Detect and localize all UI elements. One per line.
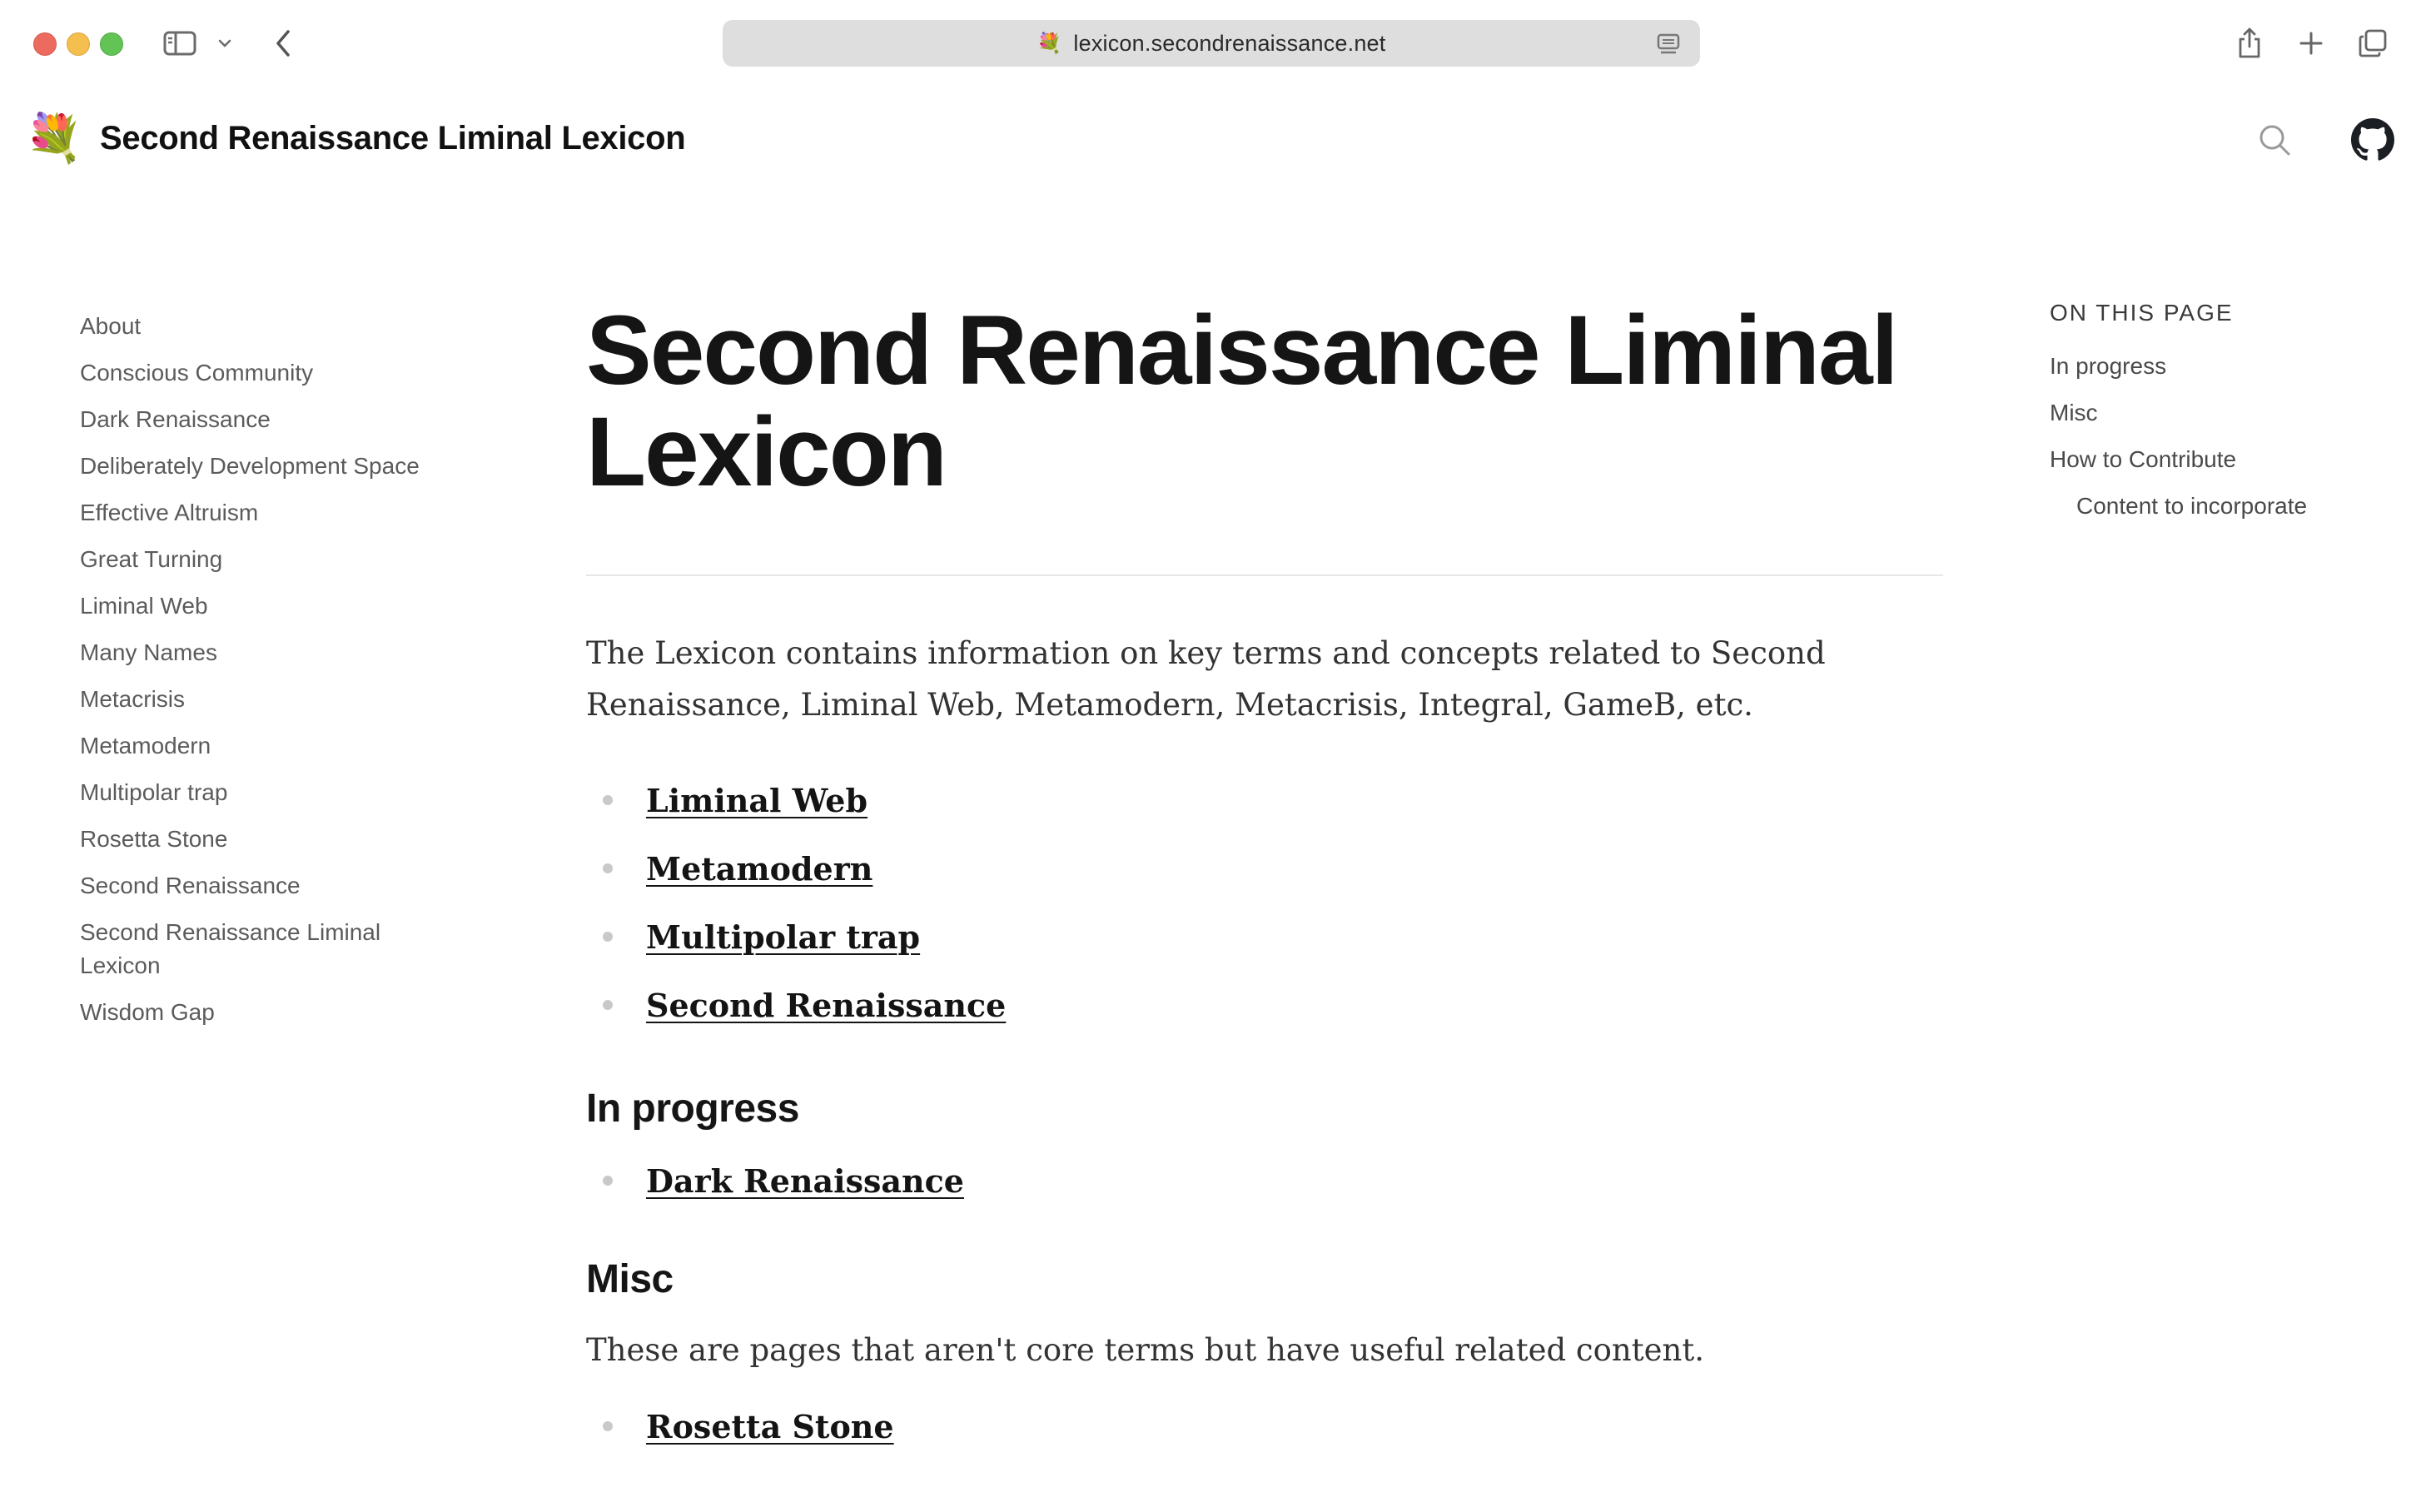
close-window-button[interactable]: [33, 32, 57, 56]
in-progress-list: Dark Renaissance: [586, 1146, 1943, 1215]
on-this-page-toc: ON THIS PAGE In progress Misc How to Con…: [2050, 300, 2399, 536]
site-favicon: 💐: [1037, 32, 1062, 55]
sidebar-item-rosetta-stone[interactable]: Rosetta Stone: [80, 823, 463, 856]
toc-heading: ON THIS PAGE: [2050, 300, 2234, 326]
github-icon[interactable]: [2349, 117, 2396, 163]
sidebar-item-metamodern[interactable]: Metamodern: [80, 729, 463, 763]
site-header: 💐 Second Renaissance Liminal Lexicon: [0, 100, 2421, 183]
toc-item-how-to-contribute[interactable]: How to Contribute: [2050, 443, 2399, 476]
misc-list: Rosetta Stone: [586, 1392, 1943, 1460]
minimize-window-button[interactable]: [67, 32, 90, 56]
core-terms-list: Liminal Web Metamodern Multipolar trap S…: [586, 766, 1943, 1039]
intro-paragraph: The Lexicon contains information on key …: [586, 635, 1826, 723]
heading-misc: Misc: [586, 1257, 674, 1301]
toc-item-misc[interactable]: Misc: [2050, 396, 2399, 430]
address-bar[interactable]: 💐 lexicon.secondrenaissance.net: [723, 20, 1700, 67]
link-rosetta-stone[interactable]: Rosetta Stone: [646, 1408, 894, 1445]
chevron-down-icon[interactable]: [215, 32, 235, 55]
site-title[interactable]: Second Renaissance Liminal Lexicon: [100, 120, 686, 157]
link-liminal-web[interactable]: Liminal Web: [646, 782, 867, 819]
sidebar-item-deliberately-development-space[interactable]: Deliberately Development Space: [80, 450, 463, 483]
sidebar-nav: About Conscious Community Dark Renaissan…: [80, 310, 463, 1042]
list-item: Metamodern: [586, 834, 1943, 903]
sidebar-item-dark-renaissance[interactable]: Dark Renaissance: [80, 403, 463, 436]
toc-item-in-progress[interactable]: In progress: [2050, 350, 2399, 383]
sidebar-item-liminal-web[interactable]: Liminal Web: [80, 589, 463, 623]
link-metamodern[interactable]: Metamodern: [646, 850, 872, 888]
sidebar-item-wisdom-gap[interactable]: Wisdom Gap: [80, 996, 463, 1029]
link-dark-renaissance[interactable]: Dark Renaissance: [646, 1162, 964, 1200]
share-icon[interactable]: [2233, 22, 2266, 63]
sidebar-item-effective-altruism[interactable]: Effective Altruism: [80, 496, 463, 530]
sidebar-item-second-renaissance-liminal-lexicon[interactable]: Second Renaissance Liminal Lexicon: [80, 916, 413, 982]
back-arrow-icon[interactable]: [266, 25, 300, 62]
reader-mode-icon[interactable]: [1657, 33, 1680, 59]
site-logo[interactable]: 💐: [25, 112, 83, 165]
tab-overview-icon[interactable]: [2354, 25, 2391, 62]
toc-item-content-to-incorporate[interactable]: Content to incorporate: [2050, 490, 2399, 523]
browser-toolbar: 💐 lexicon.secondrenaissance.net: [0, 0, 2421, 87]
list-item: Second Renaissance: [586, 971, 1943, 1039]
sidebar-item-second-renaissance[interactable]: Second Renaissance: [80, 869, 463, 903]
page-title: Second Renaissance Liminal Lexicon: [586, 296, 1898, 507]
link-second-renaissance[interactable]: Second Renaissance: [646, 987, 1006, 1024]
sidebar-item-metacrisis[interactable]: Metacrisis: [80, 683, 463, 716]
heading-in-progress: In progress: [586, 1087, 799, 1131]
new-tab-icon[interactable]: [2294, 25, 2328, 62]
list-item: Multipolar trap: [586, 903, 1943, 971]
url-text: lexicon.secondrenaissance.net: [1073, 30, 1386, 56]
list-item: Dark Renaissance: [586, 1146, 1943, 1215]
list-item: Rosetta Stone: [586, 1392, 1943, 1460]
zoom-window-button[interactable]: [100, 32, 123, 56]
sidebar-item-great-turning[interactable]: Great Turning: [80, 543, 463, 576]
link-multipolar-trap[interactable]: Multipolar trap: [646, 918, 920, 956]
search-icon[interactable]: [2253, 118, 2296, 162]
sidebar-item-multipolar-trap[interactable]: Multipolar trap: [80, 776, 463, 809]
list-item: Liminal Web: [586, 766, 1943, 834]
sidebar-item-about[interactable]: About: [80, 310, 463, 343]
misc-paragraph: These are pages that aren't core terms b…: [586, 1332, 1704, 1368]
main-content: Second Renaissance Liminal Lexicon The L…: [586, 300, 1943, 1460]
sidebar-item-many-names[interactable]: Many Names: [80, 636, 463, 669]
sidebar-toggle-icon[interactable]: [160, 25, 200, 62]
title-divider: [586, 574, 1943, 576]
sidebar-item-conscious-community[interactable]: Conscious Community: [80, 356, 463, 390]
